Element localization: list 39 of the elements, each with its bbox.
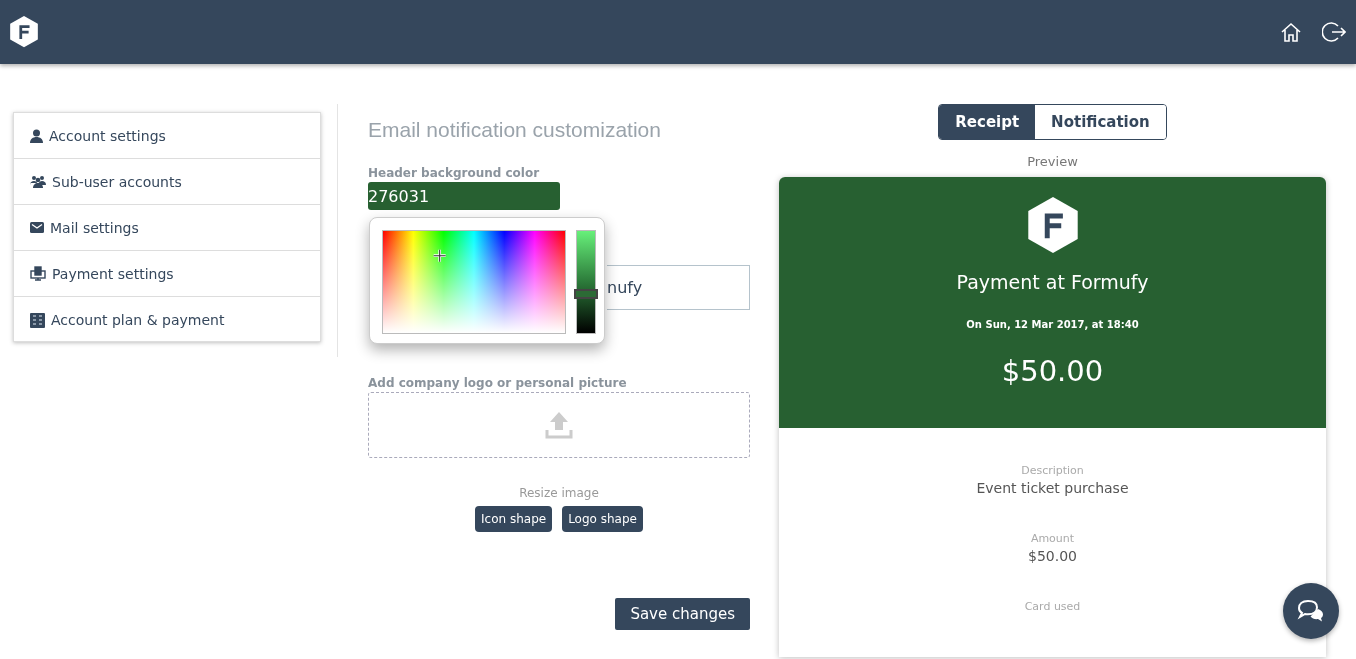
logout-icon[interactable] <box>1322 21 1346 43</box>
resize-label: Resize image <box>518 486 600 500</box>
person-icon <box>30 128 43 143</box>
monitor-icon <box>30 266 46 281</box>
email-title: Payment at Formufy <box>956 271 1149 293</box>
detail-label: Description <box>1021 464 1084 477</box>
shape-button[interactable]: Icon shape <box>475 506 553 532</box>
home-icon[interactable] <box>1280 22 1302 42</box>
sidebar-item[interactable]: Account settings <box>14 113 320 159</box>
detail-label: Amount <box>1030 532 1075 545</box>
sidebar-item[interactable]: Account plan & payment <box>14 297 320 343</box>
email-total: $50.00 <box>1001 354 1104 388</box>
building-icon <box>30 312 45 328</box>
field-label: Add company logo or personal picture <box>368 376 628 390</box>
sidebar-item[interactable]: Mail settings <box>14 205 320 251</box>
page-title: Email notification customization <box>368 118 662 142</box>
detail-value: Event ticket purchase <box>976 480 1129 496</box>
slider-thumb[interactable] <box>574 289 598 300</box>
detail-label: Card used <box>1024 600 1081 613</box>
email-date: On Sun, 12 Mar 2017, at 18:40 <box>966 319 1139 330</box>
envelope-icon <box>30 222 44 233</box>
logo <box>1027 197 1078 253</box>
group-icon <box>30 175 46 188</box>
preview-tab[interactable]: Receipt <box>939 105 1036 139</box>
shape-button[interactable]: Logo shape <box>562 506 643 532</box>
color-input[interactable]: 276031 <box>368 182 560 210</box>
field-label: Header background color <box>368 166 541 180</box>
chat-button[interactable] <box>1283 583 1339 639</box>
sidebar-item[interactable]: Sub-user accounts <box>14 159 320 205</box>
brightness-slider[interactable] <box>576 230 596 334</box>
save-button[interactable]: Save changes <box>615 598 750 630</box>
chat-icon <box>1297 599 1325 623</box>
logo <box>10 16 38 48</box>
sidebar-item[interactable]: Payment settings <box>14 251 320 297</box>
text-input[interactable]: nufy <box>607 265 750 310</box>
upload-icon <box>544 410 574 440</box>
color-spectrum[interactable] <box>382 230 566 334</box>
preview-caption: Preview <box>1027 154 1078 169</box>
detail-value: $50.00 <box>1028 548 1077 564</box>
